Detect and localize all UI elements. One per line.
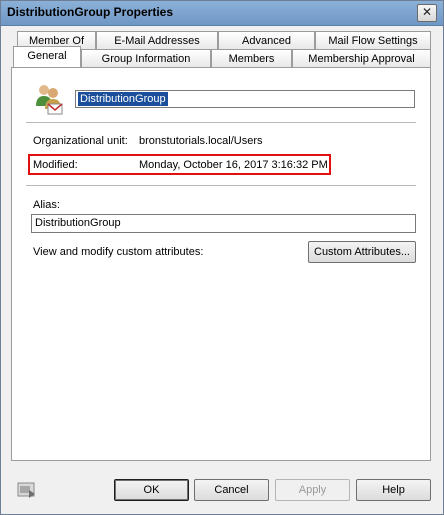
custom-attributes-text: View and modify custom attributes:	[33, 246, 204, 258]
tab-advanced[interactable]: Advanced	[218, 31, 315, 49]
tab-email-addresses[interactable]: E-Mail Addresses	[96, 31, 218, 49]
cancel-button[interactable]: Cancel	[194, 479, 269, 501]
separator	[26, 122, 416, 123]
window-title: DistributionGroup Properties	[7, 5, 174, 19]
modified-value: Monday, October 16, 2017 3:16:32 PM	[139, 159, 328, 171]
close-icon: ✕	[421, 5, 433, 19]
tab-membership-approval[interactable]: Membership Approval	[292, 49, 431, 67]
tab-group-information[interactable]: Group Information	[81, 49, 211, 67]
close-button[interactable]: ✕	[417, 4, 437, 22]
tab-members[interactable]: Members	[211, 49, 292, 67]
group-name-value: DistributionGroup	[78, 92, 168, 106]
tab-mail-flow-settings[interactable]: Mail Flow Settings	[315, 31, 431, 49]
help-button[interactable]: Help	[356, 479, 431, 501]
modified-label: Modified:	[33, 159, 78, 171]
separator	[26, 185, 416, 186]
tab-strip: Member Of E-Mail Addresses Advanced Mail…	[1, 27, 443, 69]
distribution-group-icon	[36, 85, 63, 115]
org-unit-label: Organizational unit:	[33, 135, 128, 147]
tab-general[interactable]: General	[13, 46, 81, 67]
apply-button[interactable]: Apply	[275, 479, 350, 501]
cmdlet-icon[interactable]	[17, 481, 37, 499]
group-name-field[interactable]: DistributionGroup	[75, 90, 415, 108]
general-tab-panel: DistributionGroup Organizational unit: b…	[11, 67, 431, 461]
properties-dialog: DistributionGroup Properties ✕ Member Of…	[0, 0, 444, 515]
alias-label: Alias:	[33, 199, 60, 211]
title-bar[interactable]: DistributionGroup Properties ✕	[1, 1, 443, 26]
alias-field[interactable]: DistributionGroup	[31, 214, 416, 233]
custom-attributes-button[interactable]: Custom Attributes...	[308, 241, 416, 263]
ok-button[interactable]: OK	[114, 479, 189, 501]
org-unit-value: bronstutorials.local/Users	[139, 135, 263, 147]
